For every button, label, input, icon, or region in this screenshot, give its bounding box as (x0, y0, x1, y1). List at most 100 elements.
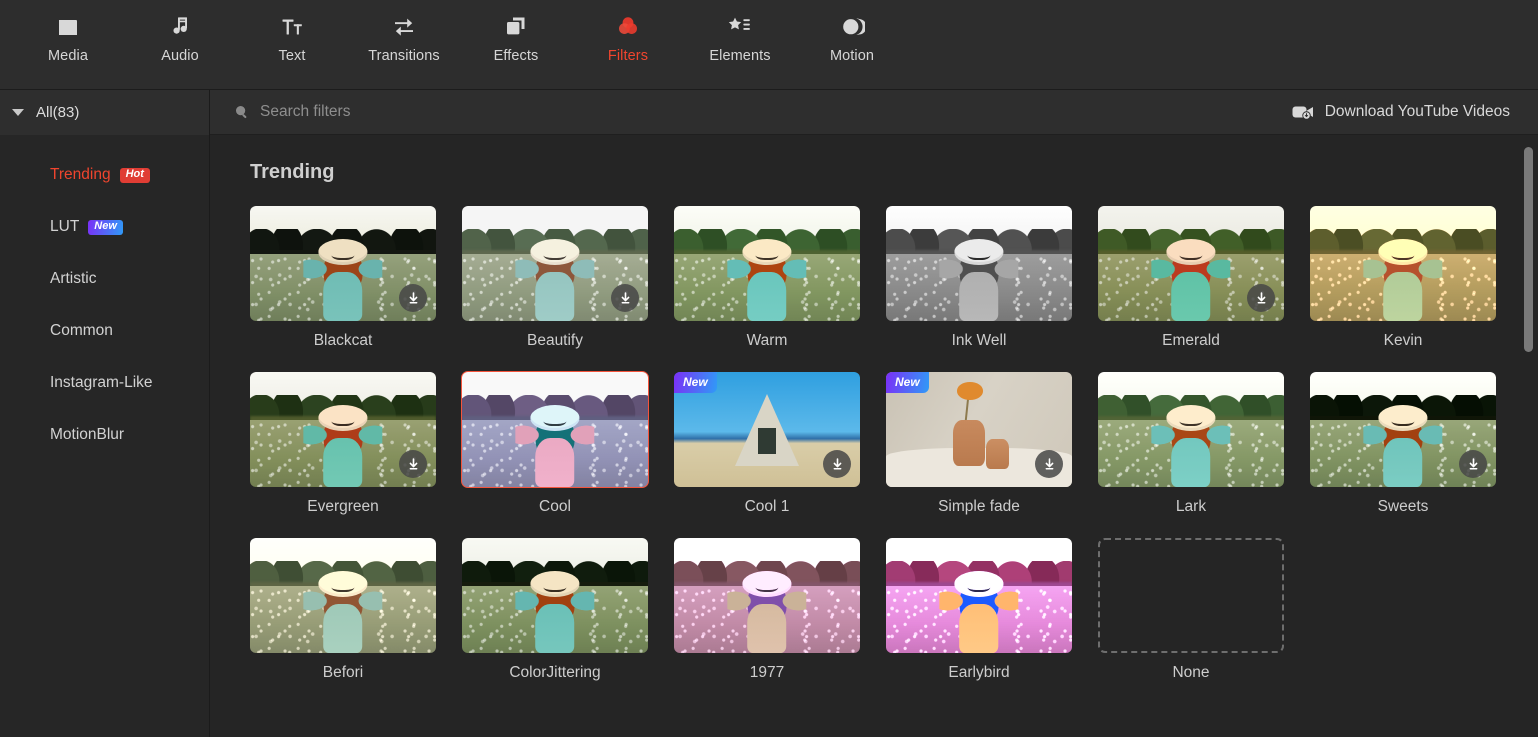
filter-thumbnail[interactable] (1310, 372, 1496, 487)
filter-card[interactable]: New Simple fade (886, 372, 1072, 516)
sidebar-item-label: Trending (50, 166, 111, 183)
toolbar-icon-wrap (503, 8, 529, 46)
download-icon[interactable] (1035, 450, 1063, 478)
filter-card[interactable]: Sweets (1310, 372, 1496, 516)
toolbar-item-audio[interactable]: Audio (124, 8, 236, 80)
music-note-icon (173, 17, 187, 34)
toolbar-item-label: Elements (709, 48, 771, 64)
filters-grid: Blackcat Beautify Warm Ink Well Emerald Kevin… (250, 206, 1538, 704)
vertical-scrollbar[interactable] (1524, 141, 1533, 731)
filter-thumbnail[interactable] (674, 538, 860, 653)
filter-name-label: None (1172, 664, 1210, 681)
filter-thumbnail[interactable] (886, 538, 1072, 653)
toolbar-icon-wrap (839, 8, 865, 46)
filter-card[interactable]: Beautify (462, 206, 648, 350)
filter-card[interactable]: Cool (461, 371, 649, 516)
toolbar-icon-wrap (727, 8, 753, 46)
scrollbar-thumb[interactable] (1524, 147, 1533, 352)
search-icon (236, 106, 247, 119)
download-icon[interactable] (611, 284, 639, 312)
filter-thumbnail[interactable] (1310, 206, 1496, 321)
sidebar-item-common[interactable]: Common (0, 305, 209, 357)
toolbar-item-transitions[interactable]: Transitions (348, 8, 460, 80)
filters-icon (619, 17, 637, 34)
filter-card[interactable]: None (1098, 538, 1284, 682)
toolbar-item-label: Audio (161, 48, 199, 64)
download-youtube-videos-button[interactable]: Download YouTube Videos (1292, 103, 1510, 121)
filter-card[interactable]: Earlybird (886, 538, 1072, 682)
filter-thumbnail[interactable] (462, 206, 648, 321)
sidebar-header-all[interactable]: All(83) (0, 90, 209, 135)
sidebar-item-motionblur[interactable]: MotionBlur (0, 409, 209, 461)
video-download-icon (1292, 106, 1313, 120)
toolbar-icon-wrap (615, 8, 641, 46)
filter-thumbnail[interactable] (250, 372, 436, 487)
search-input[interactable] (260, 103, 680, 121)
toolbar-item-motion[interactable]: Motion (796, 8, 908, 80)
new-badge: New (674, 372, 717, 393)
filter-thumbnail[interactable] (462, 538, 648, 653)
filter-preview-image (1098, 372, 1284, 487)
toolbar-item-media[interactable]: Media (12, 8, 124, 80)
transitions-icon (395, 18, 413, 36)
download-icon[interactable] (1247, 284, 1275, 312)
sidebar-item-label: LUT (50, 218, 80, 235)
filter-thumbnail[interactable] (250, 206, 436, 321)
toolbar-icon-wrap (279, 8, 305, 46)
filter-preview-image (674, 538, 860, 653)
filter-card[interactable]: Ink Well (886, 206, 1072, 350)
toolbar-item-label: Transitions (368, 48, 440, 64)
toolbar-item-filters[interactable]: Filters (572, 8, 684, 80)
filter-thumbnail-none[interactable] (1098, 538, 1284, 653)
sidebar-item-artistic[interactable]: Artistic (0, 253, 209, 305)
filter-card[interactable]: Evergreen (250, 372, 436, 516)
filter-card[interactable]: Warm (674, 206, 860, 350)
download-icon[interactable] (399, 284, 427, 312)
filter-thumbnail[interactable] (886, 206, 1072, 321)
filter-thumbnail[interactable] (1098, 206, 1284, 321)
filter-card[interactable]: New Cool 1 (674, 372, 860, 516)
filter-card[interactable]: Kevin (1310, 206, 1496, 350)
filter-preview-image (674, 206, 860, 321)
filter-thumbnail[interactable] (674, 206, 860, 321)
filter-thumbnail[interactable] (1098, 372, 1284, 487)
download-icon[interactable] (823, 450, 851, 478)
filter-thumbnail[interactable] (461, 371, 649, 488)
toolbar-item-elements[interactable]: Elements (684, 8, 796, 80)
download-icon[interactable] (1459, 450, 1487, 478)
sidebar-item-instagram-like[interactable]: Instagram-Like (0, 357, 209, 409)
sidebar-item-label: Common (50, 322, 113, 339)
filters-panel-window: Media Audio Text Transitions Effects Filters E… (0, 0, 1538, 737)
toolbar-item-text[interactable]: Text (236, 8, 348, 80)
sidebar-item-trending[interactable]: Trending Hot (0, 149, 209, 201)
download-icon[interactable] (399, 450, 427, 478)
filter-card[interactable]: Blackcat (250, 206, 436, 350)
elements-icon (728, 17, 750, 30)
filter-card[interactable]: Lark (1098, 372, 1284, 516)
toolbar-item-label: Text (278, 48, 306, 64)
filter-card[interactable]: Emerald (1098, 206, 1284, 350)
download-youtube-videos-label: Download YouTube Videos (1324, 103, 1510, 120)
filter-name-label: Earlybird (948, 664, 1010, 681)
sidebar-badge-hot: Hot (119, 167, 150, 183)
filter-name-label: Simple fade (938, 498, 1020, 515)
download-arrow-icon (1045, 457, 1053, 469)
filter-card[interactable]: 1977 (674, 538, 860, 682)
toolbar-icon-wrap (55, 8, 81, 46)
sidebar-badge-new: New (88, 219, 123, 235)
filter-name-label: 1977 (749, 664, 785, 681)
sidebar-item-lut[interactable]: LUT New (0, 201, 209, 253)
toolbar-item-label: Effects (493, 48, 539, 64)
download-arrow-icon (1469, 457, 1477, 469)
filter-card[interactable]: ColorJittering (462, 538, 648, 682)
toolbar-item-effects[interactable]: Effects (460, 8, 572, 80)
toolbar-item-label: Motion (829, 48, 875, 64)
filter-card[interactable]: Befori (250, 538, 436, 682)
main-toolbar: Media Audio Text Transitions Effects Filters E… (0, 0, 1538, 90)
download-arrow-icon (833, 457, 841, 469)
filter-thumbnail[interactable]: New (674, 372, 860, 487)
filter-thumbnail[interactable] (250, 538, 436, 653)
filters-scroll-inner: Trending Blackcat Beautify Warm Ink Well Eme… (210, 135, 1538, 704)
filter-thumbnail[interactable]: New (886, 372, 1072, 487)
filter-preview-image (462, 372, 648, 487)
